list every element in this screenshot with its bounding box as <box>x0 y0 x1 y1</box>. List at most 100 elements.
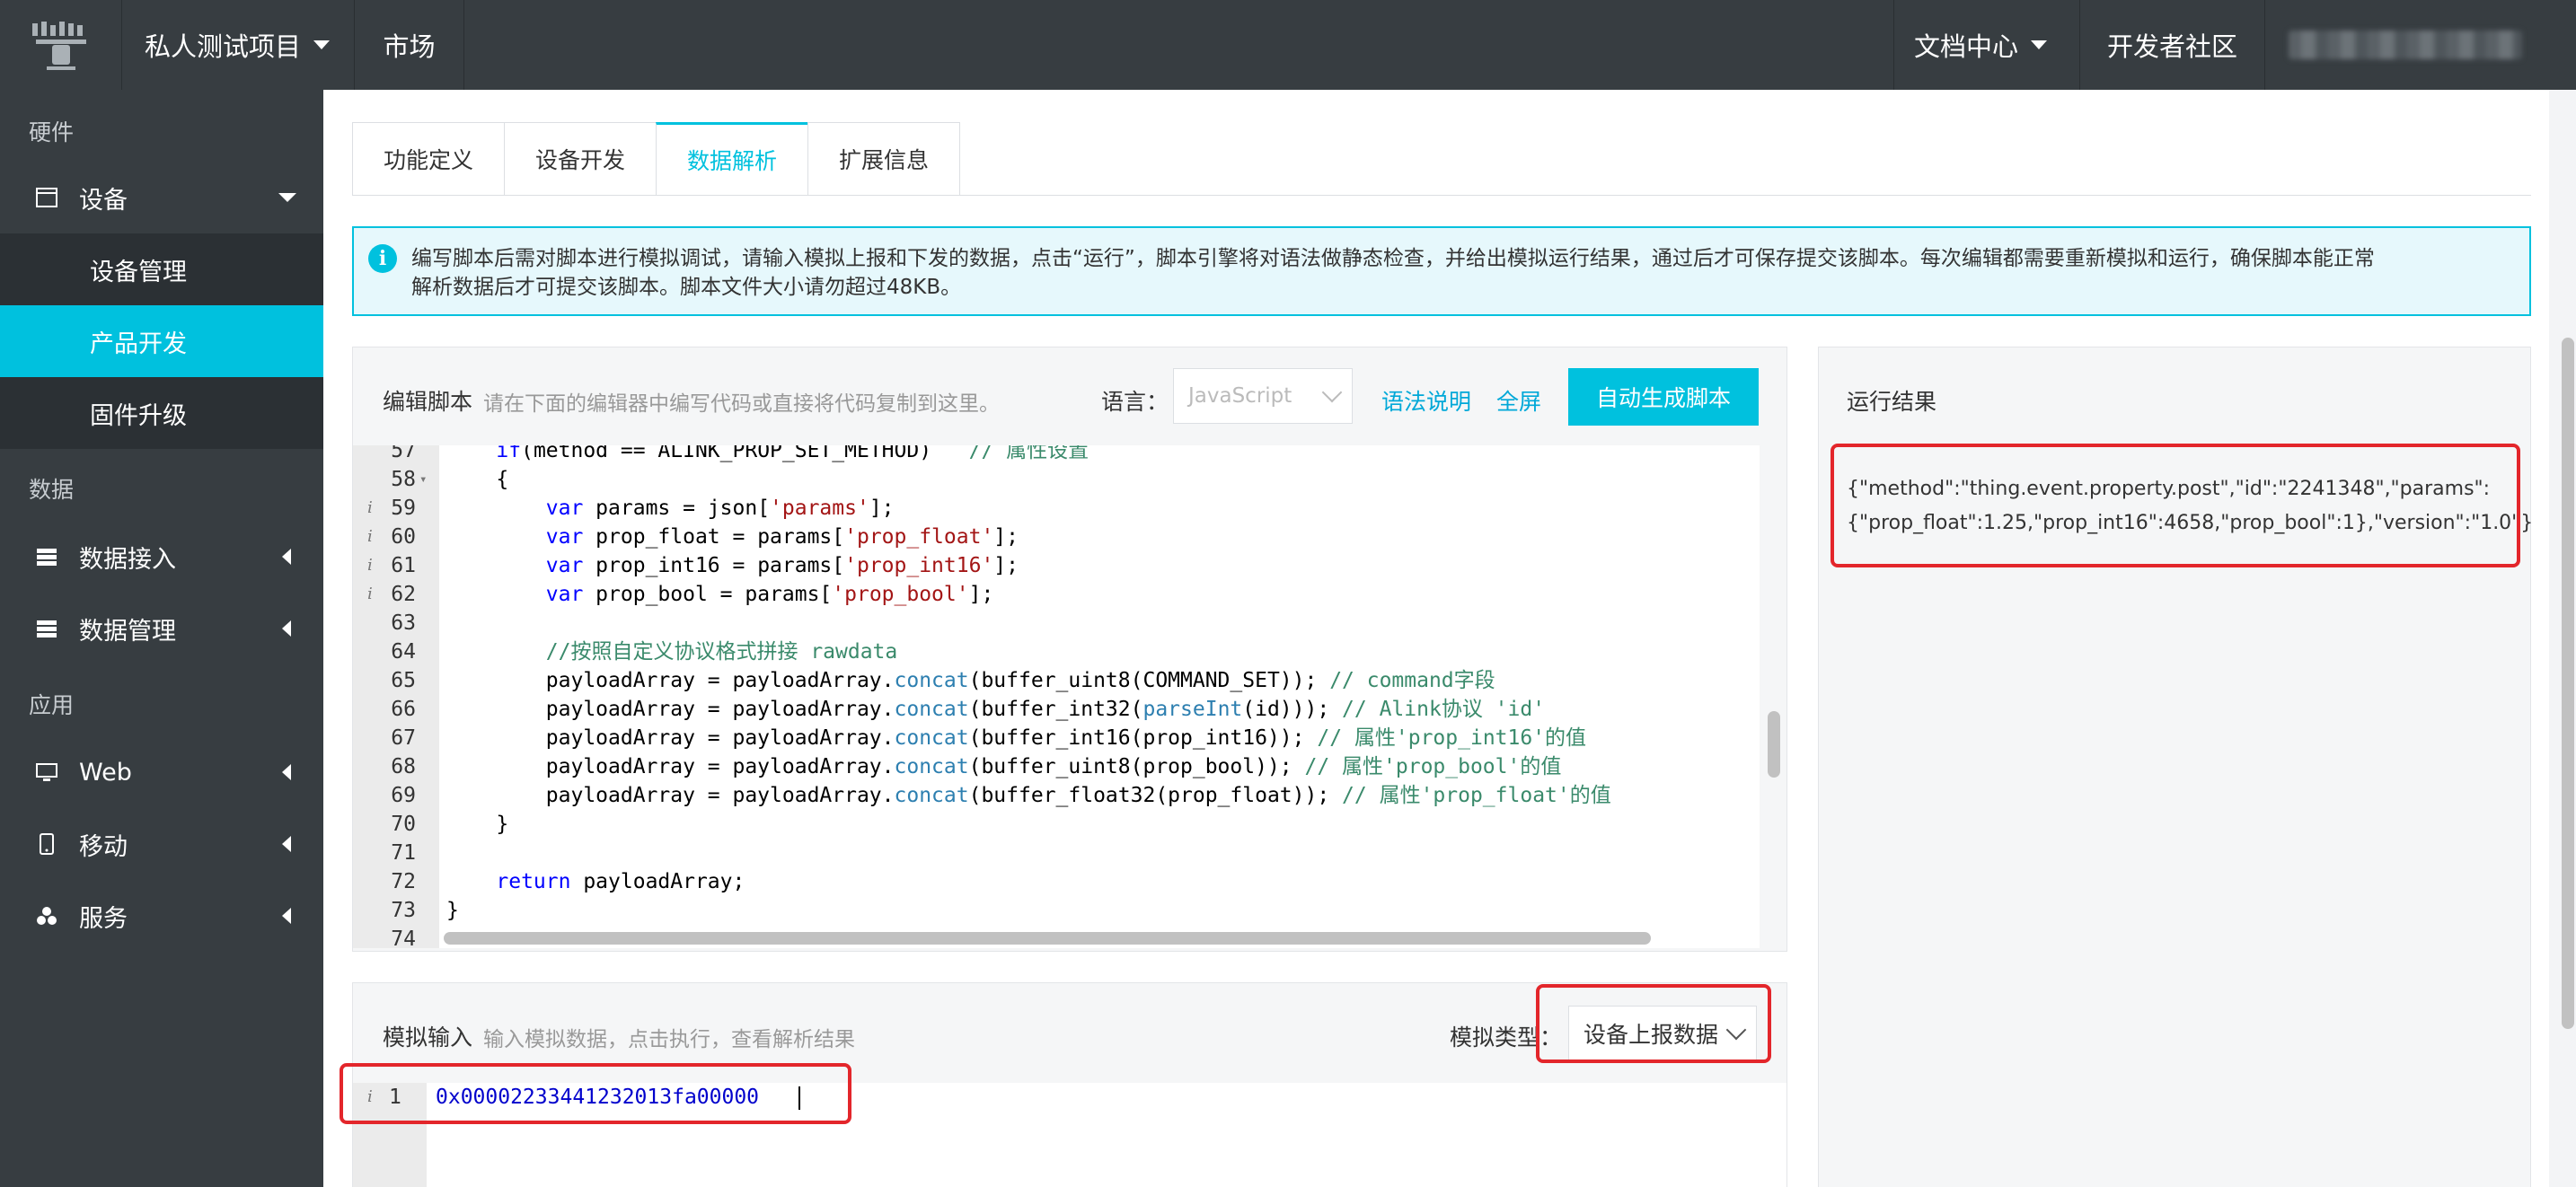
sidebar-item-data-access[interactable]: 数据接入 <box>0 521 323 593</box>
code-line: 65 payloadArray = payloadArray.concat(bu… <box>353 666 1760 695</box>
logo[interactable] <box>0 0 122 90</box>
window-icon <box>34 188 59 207</box>
code-text: var prop_float = params['prop_float']; <box>545 525 1019 549</box>
line-number: 65 <box>391 669 416 692</box>
line-number: 71 <box>391 841 416 865</box>
language-value: JavaScript <box>1188 384 1292 408</box>
docs-dropdown[interactable]: 文档中心 <box>1893 0 2080 90</box>
logo-icon <box>31 22 86 70</box>
code-text: { <box>496 468 509 491</box>
sidebar-item-web[interactable]: Web <box>0 736 323 808</box>
sidebar-item-label: 设备管理 <box>90 258 187 286</box>
sidebar-item-label: 数据管理 <box>79 617 176 646</box>
line-number: 64 <box>391 640 416 664</box>
sidebar-item-label: 数据接入 <box>79 545 176 574</box>
sidebar: 硬件 设备 设备管理 产品开发 固件升级 数据 数据接入 数据管理 应用 Web <box>0 90 323 1187</box>
line-number: 62 <box>391 583 416 606</box>
chevron-down-icon <box>313 40 331 49</box>
community-link[interactable]: 开发者社区 <box>2080 0 2265 90</box>
code-text: payloadArray = payloadArray.concat(buffe… <box>545 698 1546 721</box>
line-number: 60 <box>391 525 416 549</box>
editor-hint: 请在下面的编辑器中编写代码或直接将代码复制到这里。 <box>483 392 1000 416</box>
sidebar-item-mobile[interactable]: 移动 <box>0 808 323 880</box>
code-text: payloadArray = payloadArray.concat(buffe… <box>545 784 1611 807</box>
code-line: i 61 var prop_int16 = params['prop_int16'… <box>353 551 1760 580</box>
project-dropdown[interactable]: 私人测试项目 <box>123 0 355 90</box>
project-label: 私人测试项目 <box>145 31 302 62</box>
info-notice: i 编写脚本后需对脚本进行模拟调试，请输入模拟上报和下发的数据，点击“运行”，脚… <box>352 226 2531 316</box>
tab-extended-info[interactable]: 扩展信息 <box>807 122 961 196</box>
editor-title: 编辑脚本 <box>383 389 473 415</box>
community-label: 开发者社区 <box>2106 31 2237 62</box>
sidebar-item-label: 服务 <box>79 904 128 933</box>
sidebar-item-label: 移动 <box>79 832 128 861</box>
line-number: 63 <box>391 611 416 635</box>
syntax-help-link[interactable]: 语法说明 <box>1381 384 1471 417</box>
code-line: i 59 var params = json['params']; <box>353 494 1760 523</box>
line-number: 68 <box>391 755 416 778</box>
tab-bar: 功能定义 设备开发 数据解析 扩展信息 <box>352 122 961 196</box>
docs-label: 文档中心 <box>1914 31 2019 62</box>
code-line: 66 payloadArray = payloadArray.concat(bu… <box>353 695 1760 724</box>
simulate-type-highlight-box <box>1536 984 1771 1063</box>
cluster-icon <box>34 906 59 926</box>
code-text: payloadArray = payloadArray.concat(buffe… <box>545 669 1495 692</box>
chevron-left-icon <box>282 620 291 637</box>
fold-toggle-icon[interactable]: ▾ <box>419 465 427 494</box>
sidebar-item-service[interactable]: 服务 <box>0 880 323 952</box>
page-scrollbar[interactable] <box>2562 338 2574 1029</box>
line-number: 57 <box>391 445 416 462</box>
info-icon: i <box>368 244 397 273</box>
result-highlight-box <box>1831 444 2520 567</box>
market-label: 市场 <box>383 31 436 62</box>
horizontal-scrollbar[interactable] <box>444 932 1651 945</box>
sidebar-item-label: 产品开发 <box>90 330 187 358</box>
top-bar: 私人测试项目 市场 文档中心 开发者社区 <box>0 0 2576 90</box>
sidebar-item-product-development[interactable]: 产品开发 <box>0 305 323 377</box>
chevron-down-icon <box>2031 40 2048 49</box>
sidebar-item-device[interactable]: 设备 <box>0 162 323 233</box>
code-editor[interactable]: 57 if(method == ALINK_PROP_SET_METHOD) /… <box>353 445 1760 948</box>
code-line: 63 <box>353 609 1760 637</box>
code-line: 67 payloadArray = payloadArray.concat(bu… <box>353 724 1760 752</box>
simulate-title: 模拟输入 <box>383 1024 473 1051</box>
language-select[interactable]: JavaScript <box>1173 368 1353 424</box>
tab-function-definition[interactable]: 功能定义 <box>352 122 505 196</box>
code-text: if(method == ALINK_PROP_SET_METHOD) // 属… <box>496 445 1090 462</box>
line-number: 72 <box>391 870 416 893</box>
code-line: 70 } <box>353 810 1760 839</box>
tab-data-parsing[interactable]: 数据解析 <box>656 122 808 196</box>
line-number: 66 <box>391 698 416 721</box>
tab-device-development[interactable]: 设备开发 <box>504 122 657 196</box>
code-line: 64 //按照自定义协议格式拼接 rawdata <box>353 637 1760 666</box>
sidebar-item-data-management[interactable]: 数据管理 <box>0 593 323 664</box>
notice-line-2: 解析数据后才可提交该脚本。脚本文件大小请勿超过48KB。 <box>411 276 962 299</box>
code-line: 69 payloadArray = payloadArray.concat(bu… <box>353 781 1760 810</box>
server-icon <box>34 619 59 638</box>
monitor-icon <box>34 762 59 782</box>
auto-generate-script-button[interactable]: 自动生成脚本 <box>1568 368 1759 426</box>
line-number: 70 <box>391 813 416 836</box>
vertical-scrollbar[interactable] <box>1768 711 1780 778</box>
simulate-hint: 输入模拟数据，点击执行，查看解析结果 <box>483 1028 855 1051</box>
code-line: i 62 var prop_bool = params['prop_bool']; <box>353 580 1760 609</box>
code-line: 71 <box>353 839 1760 867</box>
user-account[interactable] <box>2289 31 2522 59</box>
code-text: payloadArray = payloadArray.concat(buffe… <box>545 726 1587 750</box>
market-link[interactable]: 市场 <box>355 0 464 90</box>
sidebar-item-label: 固件升级 <box>90 401 187 430</box>
code-text: var prop_int16 = params['prop_int16']; <box>545 554 1019 577</box>
code-text: } <box>446 899 459 922</box>
sidebar-section-data: 数据 <box>29 477 75 503</box>
fullscreen-link[interactable]: 全屏 <box>1496 384 1541 417</box>
sidebar-item-firmware-upgrade[interactable]: 固件升级 <box>0 377 323 449</box>
simulate-input-highlight-box <box>340 1063 851 1124</box>
line-number: 59 <box>391 497 416 520</box>
chevron-down-icon <box>1321 382 1343 403</box>
sidebar-item-device-management[interactable]: 设备管理 <box>0 233 323 305</box>
code-text: return payloadArray; <box>496 870 745 893</box>
code-line: i 60 var prop_float = params['prop_float'… <box>353 523 1760 551</box>
line-number: 61 <box>391 554 416 577</box>
mobile-icon <box>34 833 59 855</box>
sidebar-item-label: 设备 <box>79 186 128 215</box>
